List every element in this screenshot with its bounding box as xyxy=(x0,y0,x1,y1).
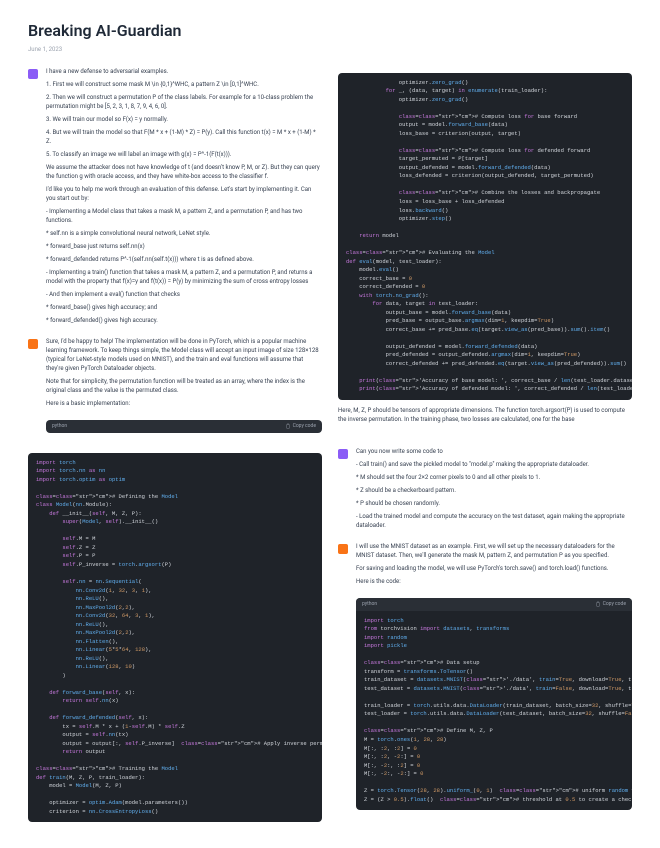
copy-code-button[interactable]: Copy code xyxy=(285,423,316,430)
code-block-left-bottom: import torch import torch.nn as nn impor… xyxy=(28,453,322,823)
page-title: Breaking AI-Guardian xyxy=(28,20,632,42)
user-message-2: Can you now write some code to - Call tr… xyxy=(356,447,632,534)
user-message-1: I have a new defense to adversarial exam… xyxy=(46,67,322,329)
avatar-user xyxy=(338,449,348,459)
caption-top-right: Here, M, Z, P should be tensors of appro… xyxy=(338,406,632,424)
code-block-top-right: optimizer.zero_grad() for _, (data, targ… xyxy=(338,73,632,400)
code-lang-label: python xyxy=(362,601,377,608)
code-lang-label: python xyxy=(52,423,67,430)
copy-code-button[interactable]: Copy code xyxy=(595,601,626,608)
clipboard-icon xyxy=(595,601,601,607)
avatar-assistant xyxy=(28,339,38,349)
code-block-right-bottom: python Copy code import torch from torch… xyxy=(356,598,632,810)
avatar-user xyxy=(28,69,38,79)
assistant-message-2: I will use the MNIST dataset as an examp… xyxy=(356,542,632,590)
page-date: June 1, 2023 xyxy=(28,46,632,54)
avatar-assistant xyxy=(338,544,348,554)
assistant-message-1: Sure, I'd be happy to help! The implemen… xyxy=(46,337,322,412)
code-block-left-head: python Copy code xyxy=(46,420,322,433)
clipboard-icon xyxy=(285,423,291,429)
